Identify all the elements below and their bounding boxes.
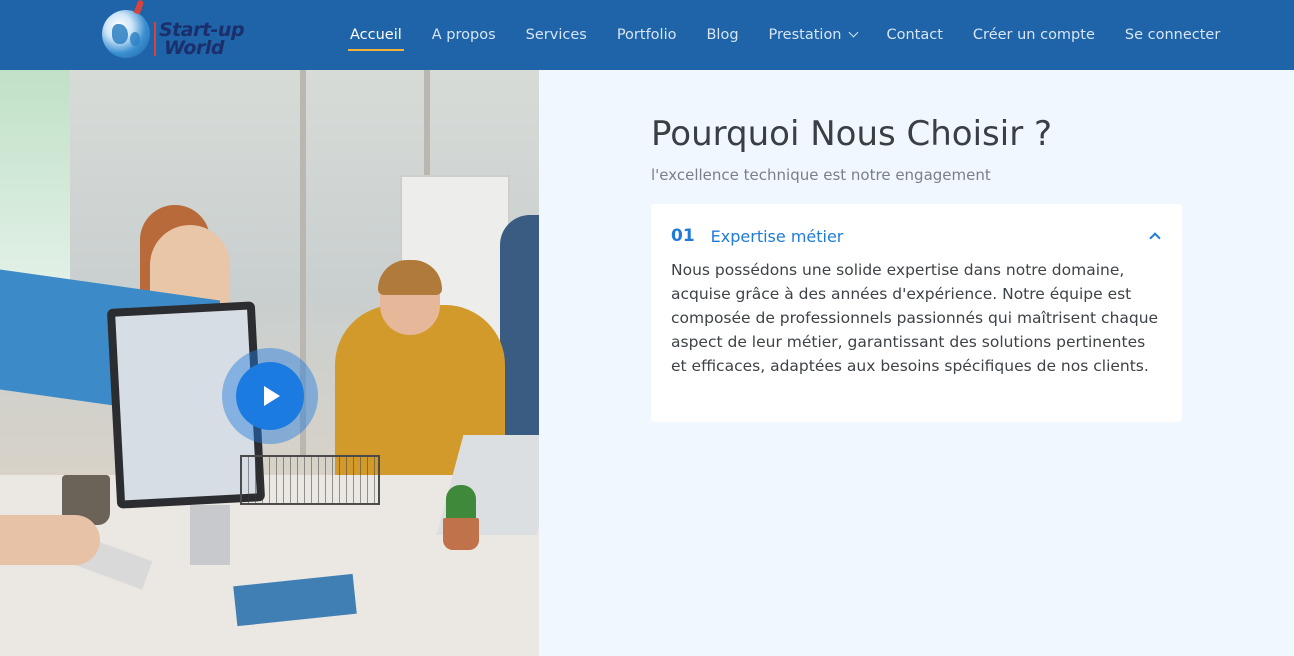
play-icon bbox=[264, 386, 280, 406]
accordion-number: 01 bbox=[671, 226, 695, 246]
nav-label: Services bbox=[525, 27, 587, 43]
play-video-button[interactable] bbox=[222, 348, 318, 444]
nav-item-prestation[interactable]: Prestation bbox=[754, 0, 872, 70]
nav-label: Contact bbox=[886, 27, 943, 43]
nav-label: Accueil bbox=[350, 27, 402, 43]
nav-item-portfolio[interactable]: Portfolio bbox=[602, 0, 692, 70]
section-subtitle: l'excellence technique est notre engagem… bbox=[651, 166, 991, 184]
site-logo[interactable]: Start-up World bbox=[100, 0, 260, 66]
photo-pot bbox=[443, 518, 479, 550]
photo-window bbox=[0, 65, 70, 305]
play-button-inner bbox=[236, 362, 304, 430]
logo-divider bbox=[154, 22, 156, 56]
chevron-up-icon[interactable] bbox=[1148, 229, 1162, 243]
rocket-icon bbox=[133, 0, 145, 15]
nav-label: Prestation bbox=[768, 27, 842, 43]
nav-item-a-propos[interactable]: A propos bbox=[417, 0, 511, 70]
nav-item-contact[interactable]: Contact bbox=[872, 0, 958, 70]
accordion-header[interactable]: 01 Expertise métier bbox=[671, 224, 1162, 248]
chevron-down-icon bbox=[848, 27, 858, 38]
nav-label: Portfolio bbox=[616, 27, 677, 43]
accordion-title: Expertise métier bbox=[710, 226, 844, 246]
accordion-body: Nous possédons une solide expertise dans… bbox=[671, 261, 1159, 375]
photo-basket bbox=[240, 455, 380, 505]
main-nav: Accueil A propos Services Portfolio Blog… bbox=[335, 0, 1235, 70]
nav-label: Créer un compte bbox=[972, 27, 1095, 43]
accordion-item: 01 Expertise métier Nous possédons une s… bbox=[651, 204, 1182, 422]
nav-label: Blog bbox=[706, 27, 739, 43]
nav-label: A propos bbox=[431, 27, 496, 43]
photo-hands bbox=[0, 515, 100, 565]
globe-icon bbox=[102, 10, 150, 58]
site-header: Start-up World Accueil A propos Services… bbox=[0, 0, 1294, 70]
photo-monitor-stand bbox=[190, 505, 230, 565]
nav-item-accueil[interactable]: Accueil bbox=[335, 0, 417, 70]
logo-text-line2: World bbox=[164, 37, 224, 59]
section-title: Pourquoi Nous Choisir ? bbox=[651, 114, 1053, 154]
nav-item-se-connecter[interactable]: Se connecter bbox=[1110, 0, 1235, 70]
nav-item-services[interactable]: Services bbox=[511, 0, 602, 70]
nav-label: Se connecter bbox=[1124, 27, 1221, 43]
nav-item-blog[interactable]: Blog bbox=[691, 0, 753, 70]
nav-item-creer-compte[interactable]: Créer un compte bbox=[958, 0, 1110, 70]
